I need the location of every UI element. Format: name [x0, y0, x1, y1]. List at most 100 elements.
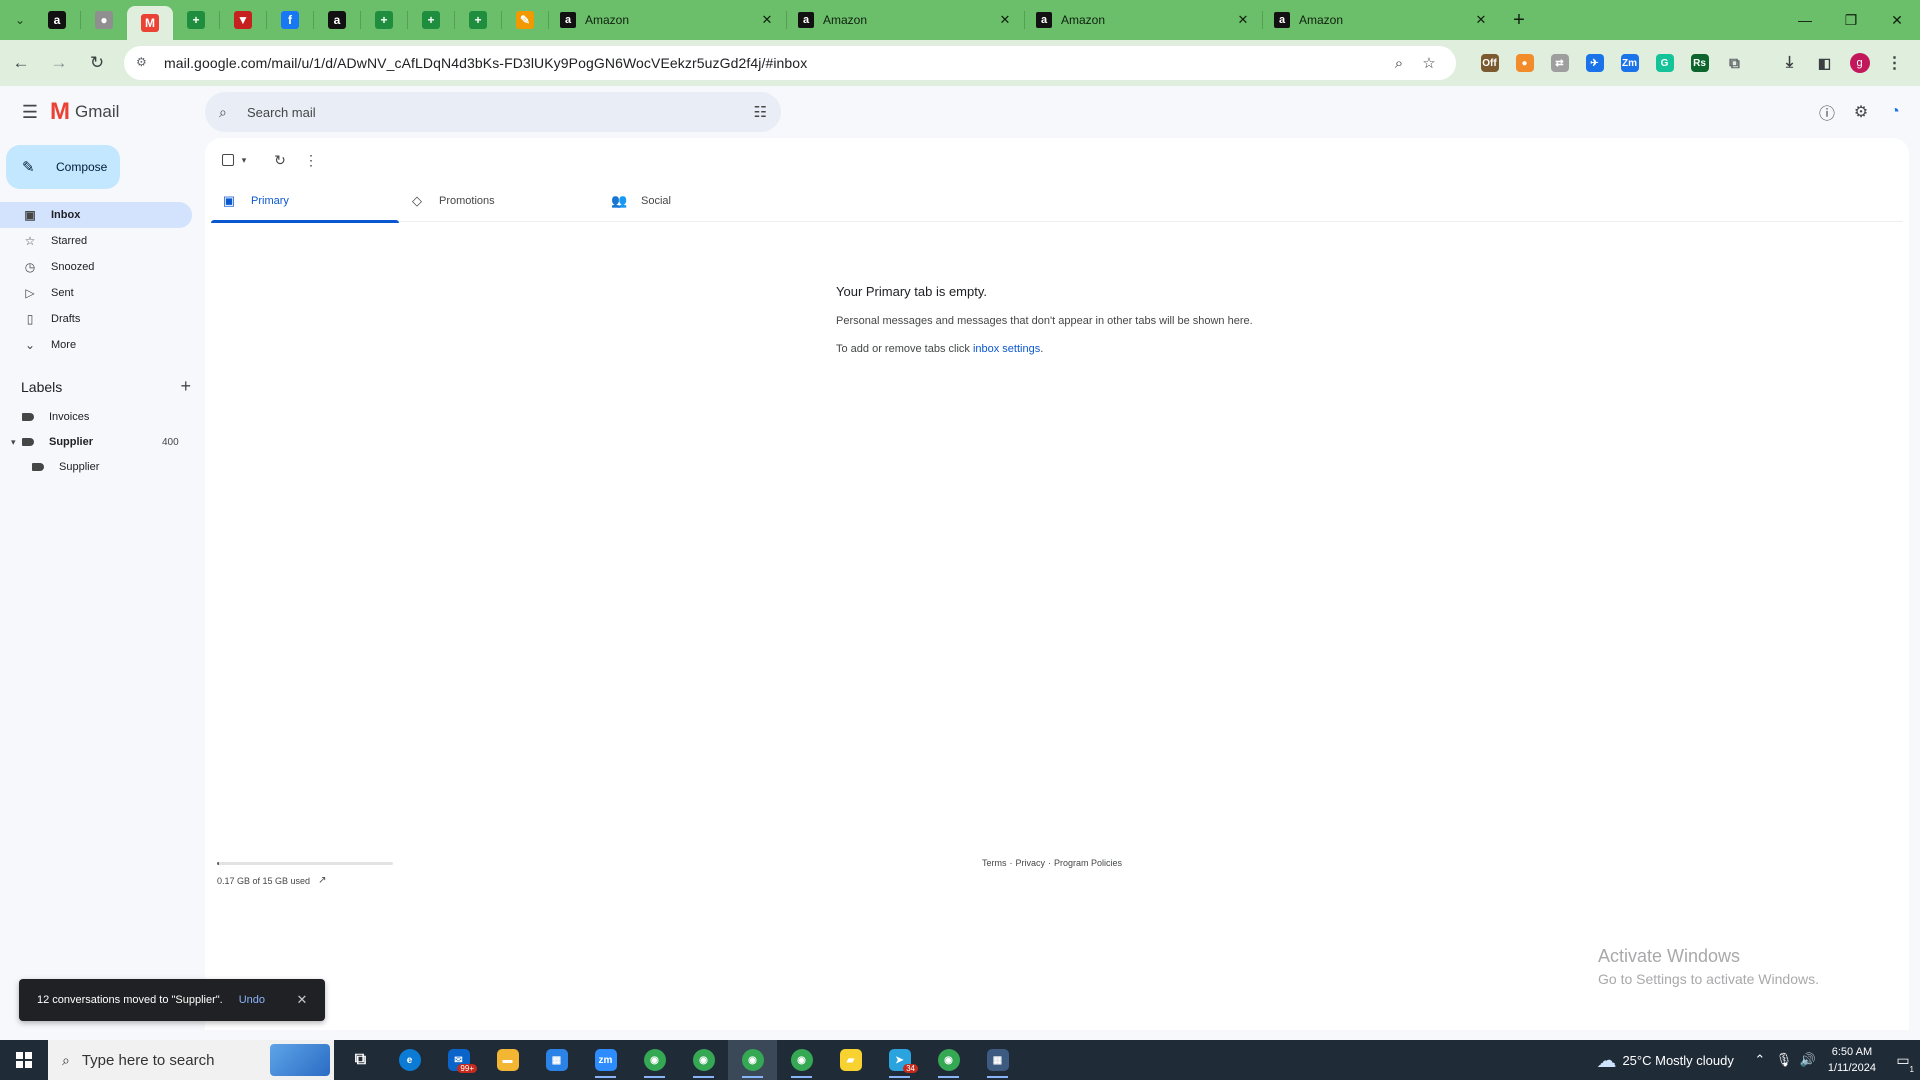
taskbar-app[interactable]: ⧉	[336, 1040, 385, 1080]
close-window-button[interactable]: ✕	[1874, 0, 1920, 40]
taskbar-app[interactable]: ▬	[483, 1040, 532, 1080]
weather-widget[interactable]: ☁ 25°C Mostly cloudy	[1596, 1048, 1733, 1073]
pinned-tab[interactable]: +	[361, 0, 407, 40]
url-text[interactable]: mail.google.com/mail/u/1/d/ADwNV_cAfLDqN…	[164, 55, 1384, 71]
sidebar-item-more[interactable]: ⌄ More	[0, 332, 192, 358]
label-item[interactable]: Invoices	[22, 407, 89, 427]
sidebar-item-sent[interactable]: ▷ Sent	[0, 280, 192, 306]
external-link-icon[interactable]: ↗	[318, 875, 326, 886]
main-menu-button[interactable]: ☰	[16, 98, 44, 126]
refresh-button[interactable]: ↻	[259, 148, 301, 172]
tab-search-button[interactable]: ⌄	[6, 6, 34, 34]
sidebar-item-starred[interactable]: ☆ Starred	[0, 228, 192, 254]
taskbar-app[interactable]: ◉	[924, 1040, 973, 1080]
label-item[interactable]: Supplier	[32, 457, 99, 477]
search-input[interactable]	[247, 104, 754, 120]
taskbar-app[interactable]: ◉	[728, 1040, 777, 1080]
label-item[interactable]: ▾ Supplier 400	[11, 432, 179, 452]
footer-link[interactable]: Terms	[982, 858, 1007, 868]
extension-button[interactable]: ✈	[1577, 46, 1612, 80]
storage-info[interactable]: 0.17 GB of 15 GB used ↗	[217, 875, 393, 886]
taskbar-app[interactable]: ▦	[973, 1040, 1022, 1080]
restore-button[interactable]: ❐	[1828, 0, 1874, 40]
more-actions-button[interactable]: ⋮	[301, 148, 321, 172]
pinned-tab[interactable]: f	[267, 0, 313, 40]
pinned-tab[interactable]: a	[314, 0, 360, 40]
close-snackbar-button[interactable]: ✕	[291, 992, 313, 1008]
extension-button[interactable]: Rs	[1682, 46, 1717, 80]
chevron-up-icon[interactable]: ⌃	[1748, 1052, 1772, 1068]
new-tab-button[interactable]: +	[1504, 5, 1534, 35]
browser-tab[interactable]: a Amazon ✕	[1024, 0, 1262, 40]
back-button[interactable]: ←	[4, 46, 38, 80]
clock[interactable]: 6:50 AM 1/11/2024	[1828, 1044, 1876, 1076]
profile-button[interactable]: g	[1842, 46, 1877, 80]
pinned-tab[interactable]: +	[455, 0, 501, 40]
zoom-icon[interactable]: ⌕	[1384, 55, 1414, 72]
sidebar-item-drafts[interactable]: ▯ Drafts	[0, 306, 192, 332]
extension-button[interactable]: Zm	[1612, 46, 1647, 80]
search-icon[interactable]: ⌕	[219, 104, 239, 121]
extension-button[interactable]: Off	[1472, 46, 1507, 80]
browser-tab[interactable]: a Amazon ✕	[548, 0, 786, 40]
start-button[interactable]	[0, 1040, 48, 1080]
browser-tab[interactable]: a Amazon ✕	[1262, 0, 1500, 40]
bookmark-star-icon[interactable]: ☆	[1414, 54, 1444, 72]
footer-link[interactable]: Privacy	[1016, 858, 1046, 868]
sidebar-item-inbox[interactable]: ▣ Inbox	[0, 202, 192, 228]
sidebar-item-snoozed[interactable]: ◷ Snoozed	[0, 254, 192, 280]
select-all-checkbox[interactable]	[219, 148, 237, 172]
account-button[interactable]: ◔	[1878, 96, 1912, 128]
pinned-tab[interactable]: ✎	[502, 0, 548, 40]
undo-button[interactable]: Undo	[239, 994, 265, 1006]
site-info-icon[interactable]: ⚙	[136, 55, 152, 71]
tab-promotions[interactable]: ◇ Promotions	[399, 180, 601, 222]
minimize-button[interactable]: —	[1782, 0, 1828, 40]
gmail-logo[interactable]: M Gmail	[50, 98, 119, 126]
extension-button[interactable]: G	[1647, 46, 1682, 80]
close-tab-icon[interactable]: ✕	[758, 12, 776, 28]
expand-caret-icon[interactable]: ▾	[11, 437, 16, 448]
extension-button[interactable]: ⇄	[1542, 46, 1577, 80]
notification-center-button[interactable]: ▭ 1	[1886, 1040, 1920, 1080]
taskbar-app[interactable]: ◉	[777, 1040, 826, 1080]
taskbar-app[interactable]: ▰	[826, 1040, 875, 1080]
taskbar-app[interactable]: zm	[581, 1040, 630, 1080]
address-bar[interactable]: ⚙ mail.google.com/mail/u/1/d/ADwNV_cAfLD…	[124, 46, 1456, 80]
side-panel-button[interactable]: ◧	[1807, 46, 1842, 80]
browser-tab[interactable]: a Amazon ✕	[786, 0, 1024, 40]
search-options-icon[interactable]: ☷	[754, 103, 767, 121]
pinned-tab[interactable]: ●	[81, 0, 127, 40]
taskbar-app[interactable]: e	[385, 1040, 434, 1080]
compose-button[interactable]: ✎ Compose	[6, 145, 120, 189]
create-label-button[interactable]: +	[180, 376, 191, 397]
tab-primary[interactable]: ▣ Primary	[211, 180, 399, 223]
support-button[interactable]: ⓘ	[1810, 96, 1844, 128]
downloads-button[interactable]: ⤓	[1772, 46, 1807, 80]
taskbar-search[interactable]: ⌕ Type here to search	[48, 1040, 334, 1080]
taskbar-app[interactable]: ▦	[532, 1040, 581, 1080]
pinned-tab[interactable]: M	[127, 6, 173, 40]
select-dropdown[interactable]: ▾	[237, 148, 251, 172]
close-tab-icon[interactable]: ✕	[1472, 12, 1490, 28]
pinned-tab[interactable]: +	[408, 0, 454, 40]
close-tab-icon[interactable]: ✕	[1234, 12, 1252, 28]
taskbar-app[interactable]: ◉	[679, 1040, 728, 1080]
footer-link[interactable]: Program Policies	[1054, 858, 1122, 868]
reload-button[interactable]: ↻	[80, 46, 114, 80]
pinned-tab[interactable]: a	[34, 0, 80, 40]
speaker-icon[interactable]: 🔊	[1796, 1052, 1820, 1068]
taskbar-app[interactable]: ◉	[630, 1040, 679, 1080]
pinned-tab[interactable]: ▼	[220, 0, 266, 40]
browser-menu-button[interactable]: ⋮	[1877, 46, 1912, 80]
microphone-icon[interactable]: 🎙	[1772, 1052, 1796, 1068]
tab-social[interactable]: 👥 Social	[601, 180, 791, 222]
extension-button[interactable]: ⧉	[1717, 46, 1752, 80]
taskbar-app[interactable]: ➤ 34	[875, 1040, 924, 1080]
close-tab-icon[interactable]: ✕	[996, 12, 1014, 28]
inbox-settings-link[interactable]: inbox settings	[973, 343, 1040, 355]
settings-button[interactable]: ⚙	[1844, 96, 1878, 128]
extension-button[interactable]: ●	[1507, 46, 1542, 80]
forward-button[interactable]: →	[42, 46, 76, 80]
taskbar-app[interactable]: ✉ 99+	[434, 1040, 483, 1080]
